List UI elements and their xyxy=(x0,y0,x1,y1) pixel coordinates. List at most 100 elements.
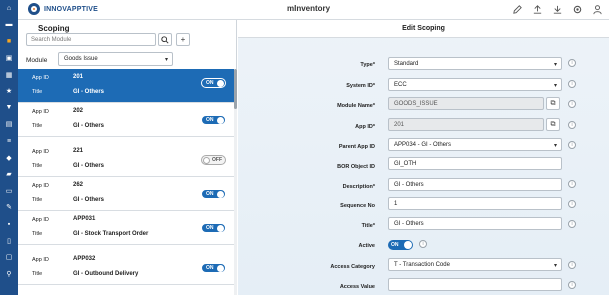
access-category-select[interactable]: T - Transaction Code ▾ xyxy=(388,258,562,271)
info-icon[interactable]: i xyxy=(568,220,576,228)
bor-object-id-input[interactable]: GI_OTH xyxy=(388,157,562,170)
home-icon[interactable]: ⌂ xyxy=(0,0,18,17)
title-input[interactable]: GI - Others xyxy=(388,217,562,230)
info-icon[interactable]: i xyxy=(568,80,576,88)
doc-icon[interactable]: ▣ xyxy=(0,50,18,67)
active-toggle[interactable]: ON xyxy=(201,78,226,88)
truck-icon[interactable]: ▰ xyxy=(0,166,18,183)
app-id-value: 221 xyxy=(73,148,84,154)
monitor-icon[interactable]: ▢ xyxy=(0,249,18,266)
copy-button[interactable]: ⧉ xyxy=(546,118,560,131)
list-item[interactable]: App ID APP031 Title GI - Stock Transport… xyxy=(18,211,234,245)
title-value: GI - Stock Transport Order xyxy=(73,231,149,237)
access-value-label: Access Value xyxy=(339,284,375,290)
active-toggle[interactable]: ON xyxy=(201,223,226,233)
module-value: Goods Issue xyxy=(64,56,98,62)
active-toggle[interactable]: ON xyxy=(201,189,226,199)
sequence-no-input[interactable]: 1 xyxy=(388,197,562,210)
upload-icon[interactable] xyxy=(531,3,543,15)
info-icon[interactable]: i xyxy=(568,261,576,269)
list-item[interactable]: App ID 202 Title GI - Others ON xyxy=(18,103,234,137)
chevron-down-icon: ▾ xyxy=(553,143,557,149)
title-label: Title xyxy=(32,163,43,169)
app-id-label: App ID xyxy=(32,217,49,223)
filter-icon[interactable]: ▼ xyxy=(0,100,18,117)
title-value: GI - Others xyxy=(73,123,105,129)
info-icon[interactable]: i xyxy=(419,240,427,248)
copy-button[interactable]: ⧉ xyxy=(546,97,560,110)
title-label: Title xyxy=(32,123,43,129)
menu-icon[interactable]: ▬ xyxy=(0,17,18,34)
list-item[interactable]: App ID APP032 Title GI - Outbound Delive… xyxy=(18,251,234,285)
star-icon[interactable]: ★ xyxy=(0,83,18,100)
parent-app-id-select[interactable]: APP034 - GI - Others ▾ xyxy=(388,138,562,151)
module-select[interactable]: Goods Issue ▾ xyxy=(58,52,173,66)
module-label: Module xyxy=(26,57,48,64)
title-label: Title xyxy=(32,231,43,237)
access-value-input[interactable] xyxy=(388,278,562,291)
active-label: Active xyxy=(358,243,375,249)
list-item[interactable]: App ID 221 Title GI - Others OFF xyxy=(18,143,234,177)
brand-logo xyxy=(28,3,40,15)
list-item[interactable]: App ID 201 Title GI - Others ON xyxy=(18,69,234,103)
edit-icon[interactable]: ✎ xyxy=(0,199,18,216)
app-id-value: 202 xyxy=(73,108,84,114)
search-button[interactable] xyxy=(158,33,172,46)
user-icon[interactable] xyxy=(591,3,603,15)
active-toggle[interactable]: ON xyxy=(201,263,226,273)
list-scrollbar[interactable] xyxy=(234,69,237,295)
gear-icon[interactable] xyxy=(571,3,583,15)
page-icon[interactable]: ▯ xyxy=(0,232,18,249)
panel-title: Scoping xyxy=(38,24,70,33)
tag-icon[interactable]: ◆ xyxy=(0,149,18,166)
title-value: GI - Others xyxy=(73,89,105,95)
box-icon[interactable]: ▪ xyxy=(0,216,18,233)
info-icon[interactable]: i xyxy=(568,59,576,67)
app-id-label: App ID xyxy=(32,257,49,263)
pencil-icon[interactable] xyxy=(511,3,523,15)
description-input[interactable]: GI - Others xyxy=(388,178,562,191)
app-id-value: APP031 xyxy=(73,216,96,222)
title-value: GI - Outbound Delivery xyxy=(73,271,139,277)
calc-icon[interactable]: ▤ xyxy=(0,116,18,133)
app-id-label: App ID* xyxy=(355,124,375,130)
info-icon[interactable]: i xyxy=(568,281,576,289)
search-input[interactable]: Search Module xyxy=(26,33,156,46)
system-id-select[interactable]: ECC ▾ xyxy=(388,78,562,91)
chevron-down-icon: ▾ xyxy=(553,62,557,68)
info-icon[interactable]: i xyxy=(568,100,576,108)
scroll-thumb[interactable] xyxy=(234,69,237,109)
app-id-label: App ID xyxy=(32,149,49,155)
scoping-list: App ID 201 Title GI - Others ON App ID 2… xyxy=(18,69,237,295)
search-icon xyxy=(161,35,169,44)
module-name-field: GOODS_ISSUE xyxy=(388,97,544,110)
chevron-down-icon: ▾ xyxy=(553,83,557,89)
app-title: mInventory xyxy=(287,4,331,13)
sequence-no-label: Sequence No xyxy=(340,203,375,209)
module-name-label: Module Name* xyxy=(337,103,375,109)
app-id-label: App ID xyxy=(32,183,49,189)
list-item[interactable]: App ID 262 Title GI - Others ON xyxy=(18,177,234,211)
active-toggle[interactable]: ON xyxy=(201,115,226,125)
grid-icon[interactable]: ▦ xyxy=(0,66,18,83)
info-icon[interactable]: i xyxy=(568,180,576,188)
plus-icon: + xyxy=(180,35,186,44)
active-toggle[interactable]: ON xyxy=(388,240,413,250)
info-icon[interactable]: i xyxy=(568,141,576,149)
title-label: Title xyxy=(32,89,43,95)
app-id-field: 201 xyxy=(388,118,544,131)
info-icon[interactable]: i xyxy=(568,200,576,208)
system-id-label: System ID* xyxy=(346,83,375,89)
info-icon[interactable]: i xyxy=(568,121,576,129)
chevron-down-icon: ▾ xyxy=(164,57,168,63)
type-select[interactable]: Standard ▾ xyxy=(388,57,562,70)
edit-header: Edit Scoping xyxy=(238,20,609,38)
app-id-value: APP032 xyxy=(73,256,96,262)
download-icon[interactable] xyxy=(551,3,563,15)
add-button[interactable]: + xyxy=(176,33,190,46)
active-toggle[interactable]: OFF xyxy=(201,155,226,165)
link-icon[interactable]: ⚲ xyxy=(0,266,18,283)
inbox-icon[interactable]: ▭ xyxy=(0,183,18,200)
folder-icon[interactable]: ■ xyxy=(0,33,18,50)
list-icon[interactable]: ≡ xyxy=(0,133,18,150)
